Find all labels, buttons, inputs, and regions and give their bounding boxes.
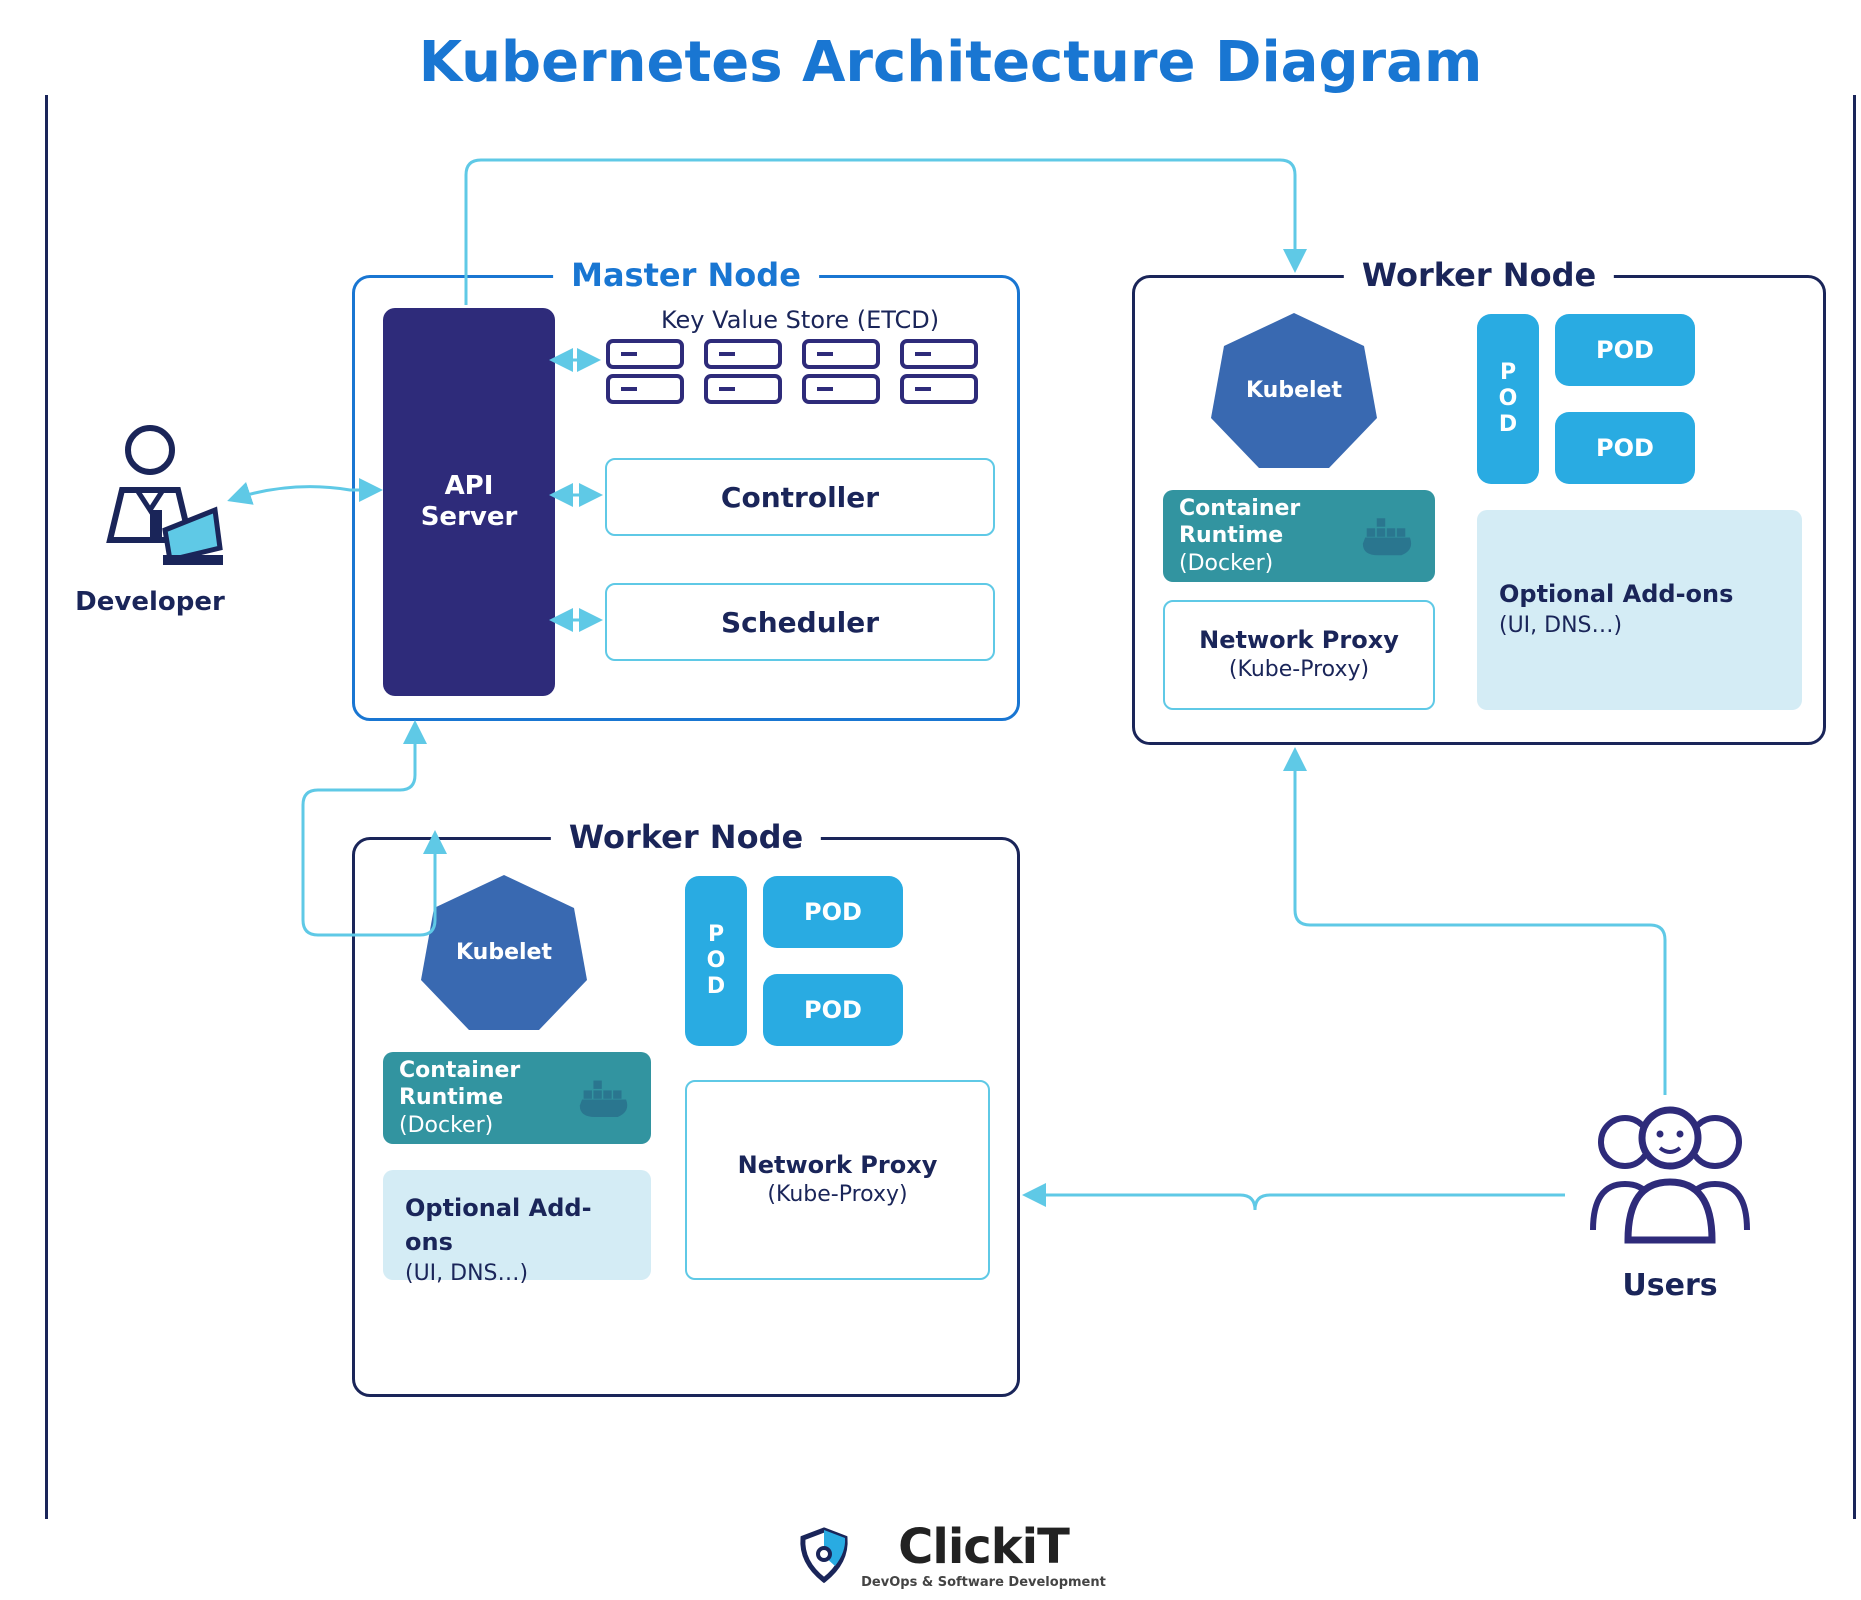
runtime-title: Container Runtime — [399, 1057, 576, 1112]
pod-label: POD — [1596, 434, 1654, 462]
kubelet-label: Kubelet — [419, 940, 589, 965]
controller-label: Controller — [721, 481, 879, 514]
netproxy-sub: (Kube-Proxy) — [767, 1181, 907, 1210]
api-server-label: API Server — [421, 471, 518, 533]
runtime-sub: (Docker) — [399, 1112, 576, 1140]
logo-tagline: DevOps & Software Development — [861, 1575, 1106, 1590]
network-proxy: Network Proxy (Kube-Proxy) — [1163, 600, 1435, 710]
etcd-label: Key Value Store (ETCD) — [661, 306, 939, 334]
scheduler-box: Scheduler — [605, 583, 995, 661]
etcd-icons — [605, 338, 979, 412]
netproxy-title: Network Proxy — [1199, 625, 1399, 656]
kubelet-label: Kubelet — [1209, 378, 1379, 403]
etcd-icon — [703, 338, 783, 412]
logo: ClickiT DevOps & Software Development — [20, 1519, 1861, 1590]
master-label: Master Node — [553, 256, 819, 294]
developer-actor: Developer — [75, 420, 225, 617]
scheduler-label: Scheduler — [721, 606, 879, 639]
addons-title: Optional Add-ons — [1499, 578, 1780, 612]
netproxy-title: Network Proxy — [738, 1150, 938, 1181]
netproxy-sub: (Kube-Proxy) — [1229, 656, 1369, 685]
container-runtime: Container Runtime (Docker) — [1163, 490, 1435, 582]
users-icon — [1570, 1100, 1770, 1260]
worker-node-bottom: Worker Node Kubelet Container Runtime (D… — [352, 837, 1020, 1397]
kubelet: Kubelet — [419, 870, 589, 1039]
etcd-icon — [899, 338, 979, 412]
diagram-title-text: Kubernetes Architecture Diagram — [389, 30, 1513, 95]
developer-icon — [75, 420, 225, 580]
worker-label: Worker Node — [551, 818, 821, 856]
controller-box: Controller — [605, 458, 995, 536]
etcd-icon — [801, 338, 881, 412]
addons-title: Optional Add-ons — [405, 1194, 592, 1256]
logo-name: ClickiT — [861, 1519, 1106, 1575]
pod-label: POD — [1496, 360, 1521, 438]
pod-label: POD — [704, 922, 729, 1000]
etcd-icon — [605, 338, 685, 412]
diagram-title: Kubernetes Architecture Diagram — [20, 30, 1861, 95]
logo-shield-icon — [795, 1526, 853, 1584]
worker-label: Worker Node — [1344, 256, 1614, 294]
api-server: API Server — [383, 308, 555, 696]
addons-box: Optional Add-ons (UI, DNS…) — [383, 1170, 651, 1280]
addons-sub: (UI, DNS…) — [1499, 611, 1780, 642]
master-node: Master Node API Server Key Value Store (… — [352, 275, 1020, 721]
developer-label: Developer — [75, 587, 225, 617]
addons-sub: (UI, DNS…) — [405, 1259, 629, 1290]
pod: POD — [763, 876, 903, 948]
pod-label: POD — [804, 996, 862, 1024]
runtime-sub: (Docker) — [1179, 550, 1359, 578]
pod-vertical: POD — [1477, 314, 1539, 484]
pod: POD — [1555, 412, 1695, 484]
pod: POD — [1555, 314, 1695, 386]
worker-node-right: Worker Node Kubelet Container Runtime (D… — [1132, 275, 1826, 745]
network-proxy: Network Proxy (Kube-Proxy) — [685, 1080, 990, 1280]
pod-vertical: POD — [685, 876, 747, 1046]
container-runtime: Container Runtime (Docker) — [383, 1052, 651, 1144]
pod-label: POD — [1596, 336, 1654, 364]
docker-icon — [576, 1068, 635, 1128]
addons-box: Optional Add-ons (UI, DNS…) — [1477, 510, 1802, 710]
pod-label: POD — [804, 898, 862, 926]
kubelet: Kubelet — [1209, 308, 1379, 477]
users-actor: Users — [1570, 1100, 1770, 1303]
pod: POD — [763, 974, 903, 1046]
runtime-title: Container Runtime — [1179, 495, 1359, 550]
docker-icon — [1359, 506, 1419, 566]
users-label: Users — [1570, 1268, 1770, 1303]
